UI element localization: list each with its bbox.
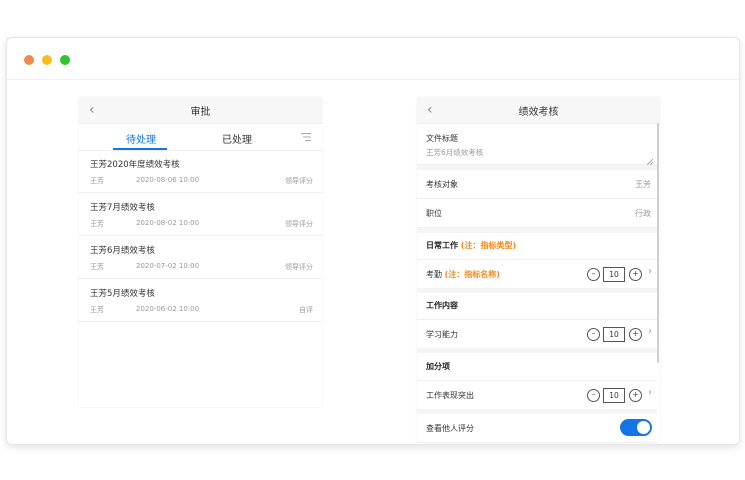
filter-icon[interactable] — [301, 132, 311, 142]
list-item-status: 领导评分 — [285, 177, 313, 185]
section-divider — [417, 288, 657, 293]
vertical-scrollbar[interactable] — [657, 123, 659, 363]
list-item[interactable]: 王芳2020年度绩效考核 王芳 2020-08-06 10:00 领导评分 — [79, 150, 322, 193]
view-others-label: 查看他人评分 — [426, 424, 474, 433]
page-title: 绩效考核 — [518, 107, 559, 118]
decrement-button[interactable]: – — [587, 268, 600, 281]
chevron-right-icon[interactable]: › — [648, 266, 652, 277]
attendance-label: 考勤 (注：指标名称) — [426, 269, 500, 280]
view-others-row: 查看他人评分 — [417, 414, 657, 443]
performance-row: 工作表现突出 – 10 + › — [417, 380, 657, 410]
list-item-status: 自评 — [299, 306, 313, 314]
list-item-date: 2020-08-06 10:00 — [136, 176, 200, 184]
daily-work-heading: 日常工作 (注：指标类型) — [426, 240, 516, 251]
chevron-right-icon[interactable]: › — [648, 326, 652, 337]
learning-label: 学习能力 — [426, 330, 458, 339]
approval-tabs: 待处理 已处理 — [79, 124, 322, 151]
list-item-title: 王芳2020年度绩效考核 — [90, 160, 180, 170]
close-window-button[interactable] — [24, 55, 34, 65]
list-item[interactable]: 王芳5月绩效考核 王芳 2020-06-02 10:00 自评 — [79, 279, 322, 322]
position-row: 职位 行政 — [417, 199, 657, 228]
learning-stepper: – 10 + — [587, 327, 647, 342]
doc-title-field[interactable]: 文件标题 王芳6月绩效考核 — [417, 124, 657, 165]
doc-title-label: 文件标题 — [426, 134, 458, 143]
attendance-value[interactable]: 10 — [603, 267, 625, 282]
work-content-heading: 工作内容 — [426, 301, 458, 310]
learning-row: 学习能力 – 10 + › — [417, 319, 657, 349]
toggle-knob — [637, 421, 650, 434]
list-item-user: 王芳 — [90, 306, 104, 314]
performance-value[interactable]: 10 — [603, 388, 625, 403]
performance-label: 工作表现突出 — [426, 391, 474, 400]
minimize-window-button[interactable] — [42, 55, 52, 65]
list-item-user: 王芳 — [90, 177, 104, 185]
target-row: 考核对象 王芳 — [417, 170, 657, 199]
increment-button[interactable]: + — [629, 328, 642, 341]
list-item-status: 领导评分 — [285, 220, 313, 228]
list-item-user: 王芳 — [90, 263, 104, 271]
position-label: 职位 — [426, 209, 442, 218]
page-title: 审批 — [190, 107, 211, 118]
increment-button[interactable]: + — [629, 389, 642, 402]
list-item-status: 领导评分 — [285, 263, 313, 271]
decrement-button[interactable]: – — [587, 389, 600, 402]
window-titlebar — [7, 38, 739, 80]
learning-value[interactable]: 10 — [603, 327, 625, 342]
target-label: 考核对象 — [426, 180, 458, 189]
list-item-title: 王芳7月绩效考核 — [90, 203, 155, 213]
view-others-toggle[interactable] — [620, 419, 652, 436]
chevron-right-icon[interactable]: › — [648, 387, 652, 398]
list-item-user: 王芳 — [90, 220, 104, 228]
maximize-window-button[interactable] — [60, 55, 70, 65]
attendance-stepper: – 10 + — [587, 267, 647, 282]
position-value: 行政 — [635, 209, 651, 218]
daily-work-title: 日常工作 — [426, 241, 458, 250]
list-item-date: 2020-07-02 10:00 — [136, 262, 200, 270]
attendance-title: 考勤 — [426, 270, 442, 279]
performance-review-panel: ‹ 绩效考核 文件标题 王芳6月绩效考核 考核对象 王芳 职位 行政 日常工作 … — [417, 97, 660, 443]
app-window: ‹ 审批 待处理 已处理 王芳2020年度绩效考核 王芳 2020-08-06 … — [6, 37, 740, 445]
performance-stepper: – 10 + — [587, 388, 647, 403]
approval-nav-bar: ‹ 审批 — [79, 97, 322, 124]
increment-button[interactable]: + — [629, 268, 642, 281]
target-value: 王芳 — [635, 180, 651, 189]
tab-pending[interactable]: 待处理 — [126, 131, 156, 146]
list-item-date: 2020-08-02 10:00 — [136, 219, 200, 227]
list-item[interactable]: 王芳7月绩效考核 王芳 2020-08-02 10:00 领导评分 — [79, 193, 322, 236]
review-nav-bar: ‹ 绩效考核 — [417, 97, 660, 124]
attendance-note: (注：指标名称) — [444, 270, 500, 279]
decrement-button[interactable]: – — [587, 328, 600, 341]
doc-title-value[interactable]: 王芳6月绩效考核 — [426, 147, 483, 158]
list-item-title: 王芳6月绩效考核 — [90, 246, 155, 256]
list-item[interactable]: 王芳6月绩效考核 王芳 2020-07-02 10:00 领导评分 — [79, 236, 322, 279]
bonus-heading: 加分项 — [426, 362, 450, 371]
list-item-title: 王芳5月绩效考核 — [90, 289, 155, 299]
approval-panel: ‹ 审批 待处理 已处理 王芳2020年度绩效考核 王芳 2020-08-06 … — [79, 97, 322, 407]
attendance-row: 考勤 (注：指标名称) – 10 + › — [417, 259, 657, 289]
section-divider — [417, 228, 657, 233]
list-item-date: 2020-06-02 10:00 — [136, 305, 200, 313]
tab-processed[interactable]: 已处理 — [222, 131, 252, 146]
daily-work-note: (注：指标类型) — [460, 241, 517, 250]
section-divider — [417, 348, 657, 353]
